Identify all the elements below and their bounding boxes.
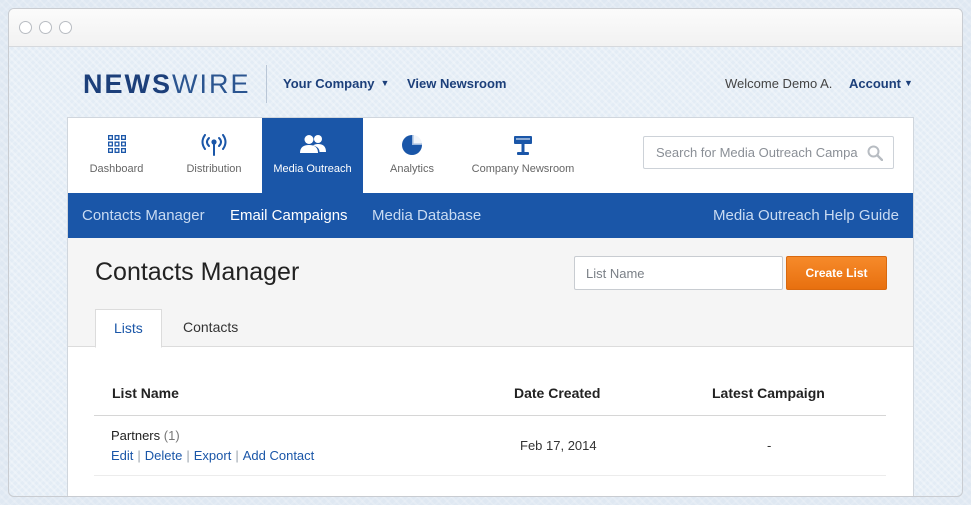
logo-text-bold: NEWS [83, 69, 172, 99]
nav-company-newsroom[interactable]: Company Newsroom [460, 118, 586, 193]
nav-dashboard[interactable]: Dashboard [68, 118, 165, 193]
window-close-control[interactable] [19, 21, 32, 34]
latest-campaign-cell: - [767, 438, 772, 453]
main-nav: Dashboard Distribution Media Outreach An… [68, 118, 913, 193]
nav-label: Media Outreach [273, 163, 352, 175]
sub-nav: Contacts Manager Email Campaigns Media D… [68, 193, 913, 238]
column-header-latest-campaign[interactable]: Latest Campaign [712, 385, 825, 401]
edit-link[interactable]: Edit [111, 448, 133, 463]
tab-contacts[interactable]: Contacts [165, 309, 256, 347]
date-created-cell: Feb 17, 2014 [520, 438, 597, 453]
action-separator: | [186, 448, 190, 463]
podium-icon [460, 134, 586, 156]
action-separator: | [235, 448, 239, 463]
chevron-down-icon: ▼ [380, 78, 390, 88]
add-contact-link[interactable]: Add Contact [243, 448, 315, 463]
create-list-button[interactable]: Create List [786, 256, 887, 290]
account-menu[interactable]: Account ▼ [849, 76, 913, 91]
delete-link[interactable]: Delete [145, 448, 183, 463]
column-header-date-created[interactable]: Date Created [514, 385, 600, 401]
newswire-logo[interactable]: NEWSWIRE [83, 69, 251, 100]
subnav-media-database[interactable]: Media Database [372, 207, 481, 224]
welcome-text: Welcome Demo A. [725, 76, 833, 91]
account-menu-label: Account [849, 76, 901, 91]
column-header-list-name[interactable]: List Name [112, 385, 179, 401]
nav-distribution[interactable]: Distribution [168, 118, 260, 193]
company-menu-label: Your Company [283, 76, 375, 91]
action-separator: | [137, 448, 141, 463]
people-icon [262, 134, 363, 156]
chevron-down-icon: ▼ [904, 78, 913, 88]
page-title: Contacts Manager [95, 258, 300, 286]
nav-analytics[interactable]: Analytics [366, 118, 458, 193]
table-header: List Name Date Created Latest Campaign [94, 369, 886, 416]
window-maximize-control[interactable] [59, 21, 72, 34]
window-titlebar [9, 9, 962, 47]
browser-window: NEWSWIRE Your Company ▼ View Newsroom Wel… [8, 8, 963, 497]
list-name[interactable]: Partners [111, 428, 160, 443]
search-input[interactable] [644, 137, 864, 168]
top-bar: NEWSWIRE Your Company ▼ View Newsroom Wel… [9, 47, 962, 117]
subnav-email-campaigns[interactable]: Email Campaigns [230, 207, 348, 224]
contact-count: (1) [163, 428, 180, 443]
list-name-input[interactable] [574, 256, 783, 290]
tab-lists[interactable]: Lists [95, 309, 162, 348]
list-name-cell: Partners (1) [111, 428, 180, 443]
nav-label: Dashboard [89, 163, 144, 175]
page-header: Contacts Manager Create List Lists Conta… [68, 238, 913, 348]
row-actions: Edit | Delete | Export | Add Contact [111, 448, 314, 463]
window-minimize-control[interactable] [39, 21, 52, 34]
export-link[interactable]: Export [194, 448, 232, 463]
grid-icon [68, 134, 165, 156]
logo-text-light: WIRE [172, 69, 251, 99]
nav-label: Analytics [389, 163, 435, 175]
company-menu[interactable]: Your Company ▼ [283, 76, 389, 91]
subnav-contacts-manager[interactable]: Contacts Manager [82, 207, 205, 224]
lists-table: List Name Date Created Latest Campaign P… [94, 369, 886, 476]
pie-chart-icon [366, 134, 458, 156]
nav-label: Distribution [186, 163, 242, 175]
broadcast-icon [168, 134, 260, 156]
logo-divider [266, 65, 267, 103]
nav-label: Company Newsroom [471, 163, 575, 175]
subnav-help-guide[interactable]: Media Outreach Help Guide [713, 207, 899, 224]
view-newsroom-link[interactable]: View Newsroom [407, 76, 506, 91]
nav-media-outreach[interactable]: Media Outreach [262, 118, 363, 193]
table-row: Partners (1) Edit | Delete | Export | Add Cont… [94, 416, 886, 476]
search-box [643, 136, 894, 169]
search-icon[interactable] [867, 145, 884, 166]
